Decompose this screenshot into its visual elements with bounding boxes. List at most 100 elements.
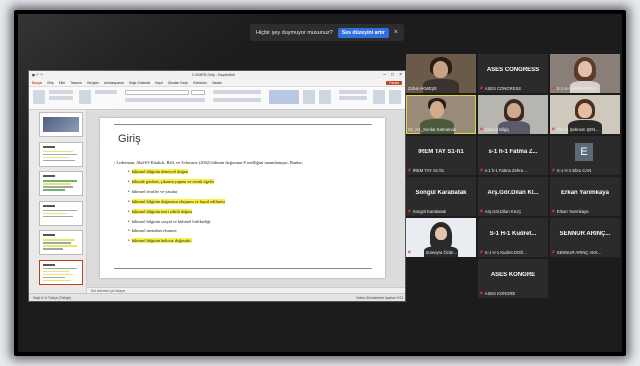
participant-name: S1-H1 Şebnem ŞEN... xyxy=(556,126,599,132)
status-slide-info: Slayt 6 / 6 Türkçe (Türkiye) xyxy=(33,295,72,300)
close-icon[interactable]: × xyxy=(394,29,398,36)
mic-off-icon: ⌀ xyxy=(552,85,555,90)
ppt-title-bar: ◼ ↶ ↷ 2-VIMER-Giriş - Kaydedildi – □ × xyxy=(29,71,405,79)
participant-name: Arş.Gör.Dilan KILIÇ xyxy=(484,208,522,214)
paragraph-controls[interactable] xyxy=(213,90,261,94)
participant-tile[interactable]: ⌀ S1-H1 Şebnem ŞEN... xyxy=(550,95,620,134)
participant-video xyxy=(435,227,447,240)
slide-thumbnail-1[interactable]: 1 xyxy=(39,112,83,137)
bullet-item: • bilimsel bilginin deneysel doğası xyxy=(128,169,189,175)
layout-control[interactable] xyxy=(95,90,117,94)
participant-tile[interactable]: Songül Karabatak ⌀ Songül Karabatak xyxy=(406,177,476,216)
participant-name: ASES KONGRE xyxy=(484,290,516,296)
bullet-item: • bilimde gözlem, çıkarım yapma ve teorik… xyxy=(128,178,215,185)
participant-video xyxy=(578,103,592,118)
ppt-app-title: 2-VIMER-Giriş - Kaydedildi xyxy=(191,73,235,77)
menu-help[interactable]: Yardım xyxy=(212,81,222,85)
participant-tile[interactable]: Arş.Gör.Dilan Kl... ⌀ Arş.Gör.Dilan KILIÇ xyxy=(478,177,548,216)
bullet-item: • bilimsel bilginin sosyal ve kültürel bi… xyxy=(128,218,211,225)
find-control[interactable] xyxy=(339,90,367,94)
participant-tile[interactable]: ASES KONGRE ⌀ ASES KONGRE xyxy=(478,259,548,298)
bullet-item: • bilimsel metodun efsanesi xyxy=(128,228,177,235)
participant-display-name: ASES CONGRESS xyxy=(486,67,540,73)
minimize-icon[interactable]: – xyxy=(383,72,386,78)
participant-video xyxy=(507,103,521,118)
share-button[interactable]: Paylaş xyxy=(386,80,402,85)
participant-display-name: Songül Karabatak xyxy=(415,190,467,196)
participant-name: ASES CONGRESS xyxy=(484,85,522,91)
mic-off-icon: ⌀ xyxy=(552,126,555,131)
mic-off-icon: ⌀ xyxy=(480,249,483,254)
menu-insert[interactable]: Ekle xyxy=(59,81,65,85)
participant-tile[interactable]: ASES CONGRESS ⌀ ASES CONGRESS xyxy=(478,54,548,93)
font-size-select[interactable] xyxy=(191,90,205,95)
new-slide-icon[interactable] xyxy=(79,90,91,104)
paste-icon[interactable] xyxy=(33,90,45,104)
participant-tile[interactable]: E ⌀ S-1 H-1 Ebru CAN xyxy=(550,136,620,175)
participant-tile[interactable]: ⌀ Şükran Bilgiç xyxy=(478,95,548,134)
participant-tile[interactable]: Erkan Yarımkaya ⌀ Erkan Yarımkaya xyxy=(550,177,620,216)
window-controls: – □ × xyxy=(383,72,402,78)
menu-review[interactable]: Gözden Geçir xyxy=(168,81,188,85)
participant-name: S-1 H-1 Kudret DOĞ... xyxy=(484,249,527,255)
ribbon-control[interactable] xyxy=(49,96,73,100)
menu-file[interactable]: Dosya xyxy=(32,81,42,85)
mic-off-icon: ⌀ xyxy=(480,167,483,172)
menu-animations[interactable]: Animasyonlar xyxy=(104,81,124,85)
participant-avatar: E xyxy=(575,143,593,161)
slide-thumbnail-3[interactable]: 3 xyxy=(39,171,83,196)
dictate-icon[interactable] xyxy=(373,90,385,104)
participant-display-name: İREM TAY S1-h1 xyxy=(418,149,464,155)
alignment-controls[interactable] xyxy=(213,98,261,102)
arrange-icon[interactable] xyxy=(303,90,315,104)
mic-off-icon: ⌀ xyxy=(552,167,555,172)
participant-name: SENNUR ARINÇ AKK... xyxy=(556,249,602,255)
participant-tile[interactable]: İREM TAY S1-h1 ⌀ İREM TAY S1-h1 xyxy=(406,136,476,175)
participant-display-name: s-1 h-1 Fatma Z... xyxy=(488,149,538,155)
participant-tile[interactable]: S-1 H-1 Kudret... ⌀ S-1 H-1 Kudret DOĞ... xyxy=(478,218,548,257)
slide-intro-text: ; Lederman, Abd-El-Khalick, Bell, ve Sch… xyxy=(114,160,304,165)
maximize-icon[interactable]: □ xyxy=(391,72,394,78)
slide-thumbnail-6[interactable]: 6 xyxy=(39,259,83,285)
ppt-ribbon xyxy=(29,86,405,110)
current-slide[interactable]: Giriş ; Lederman, Abd-El-Khalick, Bell, … xyxy=(100,118,385,278)
slide-editor: Giriş ; Lederman, Abd-El-Khalick, Bell, … xyxy=(87,110,405,295)
audio-notification: Hiçbir şey duymuyor musunuz? Ses düzeyin… xyxy=(250,24,404,41)
ribbon-control[interactable] xyxy=(49,90,73,94)
meeting-window: Hiçbir şey duymuyor musunuz? Ses düzeyin… xyxy=(18,14,622,352)
status-view-controls[interactable]: Notlar Görüntüleme Ayarları %73 xyxy=(356,296,403,300)
mic-off-icon: ⌀ xyxy=(480,85,483,90)
shapes-gallery[interactable] xyxy=(269,90,299,104)
participant-tile[interactable]: ⌀ S-1 H-1 MERVE EKZ... xyxy=(550,54,620,93)
quick-styles-icon[interactable] xyxy=(319,90,331,104)
slide-thumbnail-5[interactable]: 5 xyxy=(39,230,83,255)
menu-view[interactable]: Görünüm xyxy=(193,81,207,85)
participant-name: s-1 h-1 Fatma Zehra ... xyxy=(484,167,528,173)
font-format-controls[interactable] xyxy=(125,98,205,102)
ppt-quick-access: ◼ ↶ ↷ xyxy=(32,73,44,77)
menu-design[interactable]: Tasarım xyxy=(70,81,82,85)
participant-tile[interactable]: s-1 h-1 Fatma Z... ⌀ s-1 h-1 Fatma Zehra … xyxy=(478,136,548,175)
close-window-icon[interactable]: × xyxy=(399,72,402,78)
designer-icon[interactable] xyxy=(389,90,401,104)
participant-video xyxy=(578,61,592,77)
menu-slideshow[interactable]: Slayt Gösterisi xyxy=(129,81,150,85)
participant-tile[interactable]: S1_H1_Serdar Kahraman xyxy=(406,95,476,134)
slide-top-rule xyxy=(114,124,372,125)
slide-thumbnail-2[interactable]: 2 xyxy=(39,141,83,167)
menu-transitions[interactable]: Geçişler xyxy=(87,81,99,85)
participant-tile[interactable]: ⌀ S1 H1 Sümeyra Özde... xyxy=(406,218,476,257)
increase-volume-button[interactable]: Ses düzeyini artır xyxy=(337,27,389,38)
participant-name: Erkan Yarımkaya xyxy=(556,208,589,214)
participant-tile[interactable]: Zühal AKMEŞE xyxy=(406,54,476,93)
replace-control[interactable] xyxy=(339,96,367,100)
font-name-select[interactable] xyxy=(125,90,189,95)
menu-home[interactable]: Giriş xyxy=(47,81,54,85)
menu-record[interactable]: Kayıt xyxy=(155,81,163,85)
participant-tile[interactable]: SENNUR ARINÇ... ⌀ SENNUR ARINÇ AKK... xyxy=(550,218,620,257)
mic-off-icon: ⌀ xyxy=(480,290,483,295)
mic-off-icon: ⌀ xyxy=(480,208,483,213)
slide-thumbnail-4[interactable]: 4 xyxy=(39,200,83,226)
participant-display-name: S-1 H-1 Kudret... xyxy=(489,231,537,237)
mic-off-icon: ⌀ xyxy=(408,167,411,172)
